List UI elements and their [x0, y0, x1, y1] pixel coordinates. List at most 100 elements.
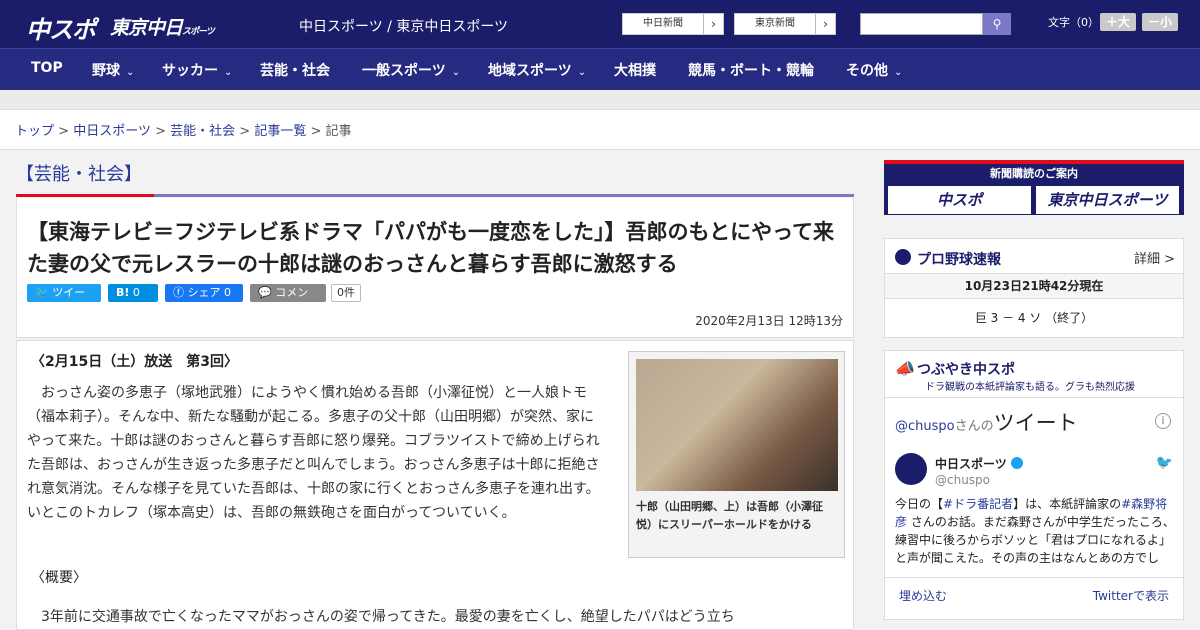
nav-label: 競馬・ボート・競輪: [688, 63, 814, 79]
tokyo-shimbun-link[interactable]: 東京新聞 ›: [734, 13, 836, 35]
search-button[interactable]: ⚲: [983, 13, 1011, 35]
font-smaller-button[interactable]: －小: [1142, 13, 1179, 31]
font-size-label: 文字（0）: [1048, 16, 1099, 29]
facebook-count: 0: [224, 286, 231, 299]
article-photo[interactable]: 十郎（山田明郷、上）は吾郎（小澤征悦）にスリーパーホールドをかける: [628, 351, 845, 558]
facebook-icon: ⓕ: [173, 286, 184, 299]
chevron-down-icon: ⌄: [894, 67, 903, 78]
view-on-twitter-link[interactable]: Twitterで表示: [1093, 587, 1169, 604]
breadcrumb-article-list[interactable]: 記事一覧: [254, 124, 306, 139]
nav-entertainment[interactable]: 芸能・社会: [260, 60, 330, 80]
category-accent: [16, 194, 154, 197]
chevron-down-icon: ⌄: [577, 67, 587, 78]
baseball-score[interactable]: 巨 3 － 4 ソ （終了）: [885, 309, 1183, 326]
tweet-author[interactable]: 中日スポーツ: [935, 455, 1023, 472]
megaphone-icon: 📣: [895, 359, 915, 378]
subscribe-title: 新聞購読のご案内: [990, 167, 1078, 180]
nav-label: 芸能・社会: [260, 63, 330, 79]
hashtag-link[interactable]: #ドラ番記者: [943, 497, 1013, 511]
info-icon[interactable]: i: [1155, 413, 1171, 429]
nav-label: サッカー: [162, 63, 218, 79]
chevron-right-icon: ›: [815, 14, 835, 34]
breadcrumb: トップ > 中日スポーツ > 芸能・社会 > 記事一覧 > 記事: [0, 110, 1200, 150]
search-icon: ⚲: [992, 17, 1002, 31]
tokyo-chunichi-logo[interactable]: 東京中日スポーツ: [110, 13, 215, 40]
newspaper-label: 中日新聞: [643, 18, 683, 29]
breadcrumb-top[interactable]: トップ: [15, 124, 54, 139]
chevron-down-icon: ⌄: [126, 67, 135, 78]
tweets-mid: さんの: [954, 419, 994, 434]
chuspo-logo[interactable]: 中スポ: [26, 10, 96, 45]
category-header: 【芸能・社会】: [16, 158, 854, 200]
divider: [885, 397, 1183, 398]
hatena-count: 0: [132, 286, 140, 299]
tweets-heading: @chuspoさんのツイート: [895, 407, 1078, 437]
tweet-text-part: さんのお話。まだ森野さんが中学生だったころ、練習中に後ろからボソッと「君はプロに…: [895, 515, 1175, 565]
twitter-bird-icon: 🐦: [1155, 455, 1173, 471]
site-header: 中スポ 東京中日スポーツ 中日スポーツ / 東京中日スポーツ 中日新聞 › 東京新…: [0, 0, 1200, 48]
baseball-details-link[interactable]: 詳細 >: [1134, 248, 1175, 267]
comment-button[interactable]: 💬 コメント: [250, 284, 326, 317]
facebook-label: シェア: [187, 286, 221, 299]
comment-count: 0件: [331, 284, 361, 302]
embed-link[interactable]: 埋め込む: [899, 587, 947, 604]
search-input[interactable]: [860, 13, 983, 35]
nav-label: 一般スポーツ: [362, 63, 446, 79]
verified-icon: [1010, 457, 1023, 469]
baseball-title: プロ野球速報: [917, 252, 1001, 268]
nav-sumo[interactable]: 大相撲: [614, 60, 656, 80]
article-paragraph: 3年前に交通事故で亡くなったママがおっさんの姿で帰ってきた。最愛の妻を亡くし、絶…: [27, 609, 735, 625]
hatena-button[interactable]: B! 0: [108, 284, 158, 302]
chunichi-shimbun-link[interactable]: 中日新聞 ›: [622, 13, 724, 35]
nav-others[interactable]: その他 ⌄: [846, 60, 902, 80]
divider: [885, 577, 1183, 578]
nav-soccer[interactable]: サッカー ⌄: [162, 60, 232, 80]
nav-racing[interactable]: 競馬・ボート・競輪: [688, 60, 814, 80]
article-header: 【東海テレビ＝フジテレビ系ドラマ「パパがも一度恋をした」】吾郎のもとにやって来た…: [16, 198, 854, 338]
ad-strip: [0, 90, 1200, 110]
nav-baseball[interactable]: 野球 ⌄: [92, 60, 134, 80]
breadcrumb-sep: >: [239, 124, 251, 139]
tsubuyaki-title: つぶやき中スポ: [917, 362, 1015, 378]
chevron-down-icon: ⌄: [224, 67, 233, 78]
baseball-icon: [895, 249, 911, 265]
tokyo-logo-sub: スポーツ: [182, 27, 215, 37]
photo-image[interactable]: [636, 359, 838, 491]
tweet-username[interactable]: @chuspo: [935, 473, 990, 487]
photo-caption: 十郎（山田明郷、上）は吾郎（小澤征悦）にスリーパーホールドをかける: [636, 500, 823, 531]
article-subhead: 〈2月15日（土）放送 第3回〉: [31, 354, 238, 370]
hatena-icon: B!: [116, 286, 130, 299]
nav-general-sports[interactable]: 一般スポーツ ⌄: [362, 60, 460, 80]
speech-bubble-icon: 💬: [258, 286, 272, 299]
nav-label: 大相撲: [614, 63, 656, 79]
chevron-right-icon: ›: [703, 14, 723, 34]
tweets-word: ツイート: [993, 411, 1078, 435]
breadcrumb-chunichi-sports[interactable]: 中日スポーツ: [73, 124, 151, 139]
tweet-button[interactable]: 🐦 ツイート: [27, 284, 101, 317]
nav-label: 野球: [92, 63, 120, 79]
main-nav: TOP 野球 ⌄ サッカー ⌄ 芸能・社会 一般スポーツ ⌄ 地域スポーツ ⌄ 大相撲 …: [0, 48, 1200, 90]
category-title[interactable]: 【芸能・社会】: [16, 160, 142, 186]
subscribe-chuspo[interactable]: 中スポ: [888, 186, 1031, 214]
facebook-share-button[interactable]: ⓕ シェア 0: [165, 284, 243, 302]
tweet-text: 今日の【#ドラ番記者】は、本紙評論家の#森野将彦 さんのお話。まだ森野さんが中学…: [895, 495, 1177, 565]
breadcrumb-entertainment[interactable]: 芸能・社会: [170, 124, 235, 139]
article-date: 2020年2月13日 12時13分: [695, 314, 843, 328]
nav-top[interactable]: TOP: [31, 60, 63, 76]
chevron-down-icon: ⌄: [451, 67, 461, 78]
article-title: 【東海テレビ＝フジテレビ系ドラマ「パパがも一度恋をした」】吾郎のもとにやって来た…: [27, 220, 835, 276]
subscribe-tokyo-chunichi[interactable]: 東京中日スポーツ: [1036, 186, 1179, 214]
tweets-handle[interactable]: @chuspo: [895, 419, 955, 434]
article-body: 〈2月15日（土）放送 第3回〉 おっさん姿の多恵子（塚地武雅）にようやく慣れ始…: [16, 340, 854, 630]
avatar[interactable]: [895, 453, 927, 485]
tweet-text-part: 今日の【: [895, 497, 944, 511]
tweet-author-name: 中日スポーツ: [935, 457, 1007, 471]
tokyo-logo-text: 東京中日: [110, 17, 183, 39]
font-larger-button[interactable]: ＋大: [1100, 13, 1137, 31]
breadcrumb-sep: >: [155, 124, 166, 139]
nav-regional-sports[interactable]: 地域スポーツ ⌄: [488, 60, 586, 80]
subscription-banner[interactable]: 新聞購読のご案内 中スポ 東京中日スポーツ: [884, 160, 1184, 215]
twitter-widget: 📣 つぶやき中スポ ドラ観戦の本紙評論家も語る。グラも熱烈応援 @chuspoさ…: [884, 350, 1184, 620]
article-paragraph: おっさん姿の多恵子（塚地武雅）にようやく慣れ始める吾郎（小澤征悦）と一人娘トモ（…: [27, 385, 600, 521]
site-links[interactable]: 中日スポーツ / 東京中日スポーツ: [299, 16, 508, 36]
